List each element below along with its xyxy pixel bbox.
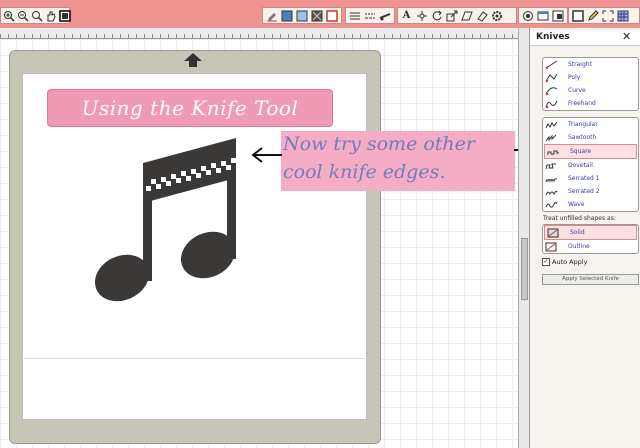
- edge-label: Serrated 2: [568, 188, 600, 195]
- pattern-icon[interactable]: [310, 9, 323, 22]
- node-edit-icon[interactable]: [415, 9, 428, 22]
- curve-knife-icon: [545, 87, 558, 96]
- triangular-edge-icon: [545, 121, 558, 129]
- knife-option-straight[interactable]: Straight: [543, 58, 638, 71]
- zoom-out-icon[interactable]: [17, 9, 29, 22]
- knife-label: Curve: [568, 87, 586, 94]
- wave-edge-icon: [545, 202, 558, 208]
- knife-label: Freehand: [568, 100, 596, 107]
- annotation-text: Now try some other cool knife edges.: [283, 130, 515, 186]
- page-divider: [22, 358, 365, 359]
- scale-icon[interactable]: [445, 9, 458, 22]
- knife-label: Straight: [568, 61, 592, 68]
- serrated1-edge-icon: [545, 178, 558, 183]
- dovetail-edge-icon: [545, 163, 556, 170]
- knives-panel: Knives ✕ Straight Poly Curve Freehand Tr…: [529, 28, 640, 448]
- table-grid-icon[interactable]: [616, 9, 629, 22]
- window-icon[interactable]: [536, 9, 549, 22]
- edge-label: Square: [570, 148, 592, 155]
- edge-label: Serrated 1: [568, 175, 600, 182]
- apply-selected-knife-button[interactable]: Apply Selected Knife: [542, 274, 639, 285]
- auto-apply-row[interactable]: ✓ Auto Apply: [542, 258, 588, 266]
- unfilled-option-outline[interactable]: Outline: [543, 240, 638, 253]
- view-tools: [518, 7, 568, 24]
- unfilled-label: Solid: [570, 229, 585, 236]
- panel-tools: [568, 7, 640, 24]
- edge-option-serrated-1[interactable]: Serrated 1: [543, 172, 638, 185]
- knife-option-freehand[interactable]: Freehand: [543, 97, 638, 110]
- title-banner[interactable]: Using the Knife Tool: [47, 89, 333, 127]
- left-pointer-arrow-icon: [251, 147, 282, 163]
- settings-gear-icon[interactable]: [490, 9, 503, 22]
- annotation-line-1: Now try some other: [283, 133, 475, 155]
- knife-type-group: Straight Poly Curve Freehand: [542, 57, 639, 111]
- edge-option-sawtooth[interactable]: Sawtooth: [543, 131, 638, 144]
- panel-title: Knives: [536, 32, 570, 42]
- fill-color-icon[interactable]: [280, 9, 293, 22]
- pencil-icon[interactable]: [586, 9, 599, 22]
- zoom-fit-icon[interactable]: [31, 9, 43, 22]
- main-toolbar: A: [0, 0, 640, 29]
- zoom-tools: [0, 7, 71, 24]
- vertical-scrollbar[interactable]: [518, 28, 529, 448]
- line-style-icon[interactable]: [348, 9, 361, 22]
- edge-label: Dovetail: [568, 162, 593, 169]
- scrollbar-thumb[interactable]: [521, 238, 528, 300]
- edge-option-triangular[interactable]: Triangular: [543, 118, 638, 131]
- horizontal-ruler: [0, 28, 518, 39]
- fullscreen-icon[interactable]: [601, 9, 614, 22]
- knife-label: Poly: [568, 74, 581, 81]
- poly-knife-icon: [545, 73, 558, 83]
- eraser-icon[interactable]: [475, 9, 488, 22]
- line-color-icon[interactable]: [265, 9, 278, 22]
- knife-tool-icon[interactable]: [378, 9, 391, 22]
- knife-option-poly[interactable]: Poly: [543, 71, 638, 84]
- solid-fill-icon: [547, 228, 559, 238]
- unfilled-shape-group: Solid Outline: [542, 224, 639, 254]
- edge-option-wave[interactable]: Wave: [543, 198, 638, 211]
- pan-hand-icon[interactable]: [45, 9, 57, 22]
- panel-header: Knives ✕: [530, 30, 640, 46]
- edit-tools: A: [397, 7, 517, 24]
- shadow-icon[interactable]: [325, 9, 338, 22]
- skew-icon[interactable]: [460, 9, 473, 22]
- edge-option-square[interactable]: Square: [544, 144, 637, 159]
- edge-label: Triangular: [568, 121, 598, 128]
- treat-unfilled-label: Treat unfilled shapes as:: [543, 215, 616, 222]
- edge-option-dovetail[interactable]: Dovetail: [543, 159, 638, 172]
- auto-apply-label: Auto Apply: [552, 258, 588, 266]
- fill-tools: [262, 7, 342, 24]
- title-banner-text: Using the Knife Tool: [81, 96, 299, 120]
- annotation-line-2: cool knife edges.: [283, 161, 446, 183]
- rotate-icon[interactable]: [430, 9, 443, 22]
- load-mat-arrow-stem: [189, 61, 197, 67]
- outline-fill-icon: [545, 242, 557, 252]
- unfilled-option-solid[interactable]: Solid: [544, 225, 637, 240]
- music-note-shape[interactable]: [90, 136, 250, 306]
- cut-preview-icon[interactable]: [521, 9, 534, 22]
- freehand-knife-icon: [545, 100, 558, 109]
- knife-option-curve[interactable]: Curve: [543, 84, 638, 97]
- unfilled-label: Outline: [568, 243, 590, 250]
- edge-label: Wave: [568, 201, 585, 208]
- layers-icon[interactable]: [551, 9, 564, 22]
- text-tool-icon[interactable]: A: [400, 9, 413, 22]
- square-edge-icon: [547, 150, 559, 155]
- line-dash-icon[interactable]: [363, 9, 376, 22]
- grid-toggle-icon[interactable]: [571, 9, 584, 22]
- edge-option-serrated-2[interactable]: Serrated 2: [543, 185, 638, 198]
- zoom-in-icon[interactable]: [3, 9, 15, 22]
- straight-knife-icon: [545, 60, 558, 70]
- gradient-icon[interactable]: [295, 9, 308, 22]
- knife-edge-group: Triangular Sawtooth Square Dovetail Serr…: [542, 117, 639, 212]
- edge-label: Sawtooth: [568, 134, 597, 141]
- sawtooth-edge-icon: [545, 134, 557, 142]
- auto-apply-checkbox[interactable]: ✓: [542, 258, 550, 266]
- serrated2-edge-icon: [545, 190, 558, 196]
- page-view-icon[interactable]: [59, 9, 71, 22]
- line-tools: [345, 7, 395, 24]
- close-icon[interactable]: ✕: [622, 30, 631, 43]
- load-mat-arrow-icon: [184, 53, 202, 61]
